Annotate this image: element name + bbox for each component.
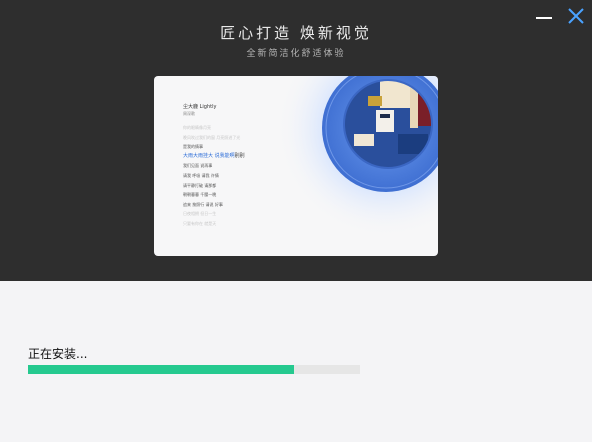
close-button[interactable] <box>564 4 588 28</box>
lyric-line-active: 大雨大雨挂大 说我能啊别别 <box>183 152 293 162</box>
lyric-line: 日夜相拥 但日一生 <box>183 211 217 217</box>
lyric-line: 晚风吹过我们的窗 月亮照进了光 <box>183 134 241 140</box>
lyric-line: 是我的情事 <box>183 144 203 150</box>
lyric-line: 我们见面 说再事 <box>183 163 213 169</box>
active-lyric-tail: 别别 <box>234 152 245 159</box>
song-title: 尘大鹿 Lightly <box>183 104 217 110</box>
header-panel: 匠心打造 焕新视觉 全新简洁化舒适体验 尘大鹿 Lightly 周深歌 你的眼睛… <box>0 0 592 281</box>
minimize-icon <box>536 17 552 19</box>
install-progress-bar <box>28 365 360 374</box>
close-icon <box>568 8 584 24</box>
active-lyric-text: 大雨大雨挂大 说我能啊 <box>183 152 235 159</box>
minimize-button[interactable] <box>532 4 556 28</box>
headline: 匠心打造 焕新视觉 <box>220 24 372 42</box>
sub-headline: 全新简洁化舒适体验 <box>246 49 346 59</box>
song-artist: 周深歌 <box>183 111 195 116</box>
lyric-line: 朝朝暮暮 千腰一晚 <box>183 192 217 198</box>
feature-preview-image: 尘大鹿 Lightly 周深歌 你的眼睛像月亮 晚风吹过我们的窗 月亮照进了光 … <box>154 76 438 256</box>
install-panel <box>0 281 592 442</box>
install-progress-fill <box>28 365 294 374</box>
lyric-line: 请我 呼吸 请我 许情 <box>183 172 219 178</box>
lyric-line: 追来 按照行 请说 好事 <box>183 201 223 207</box>
install-status-text: 正在安装... <box>28 347 88 361</box>
lyrics-panel: 尘大鹿 Lightly 周深歌 你的眼睛像月亮 晚风吹过我们的窗 月亮照进了光 … <box>183 104 293 229</box>
lyric-line: 请平静打破 请那都 <box>183 182 217 188</box>
lyric-line: 只要有你在 就是天 <box>183 220 217 226</box>
lyric-line: 你的眼睛像月亮 <box>183 125 211 130</box>
